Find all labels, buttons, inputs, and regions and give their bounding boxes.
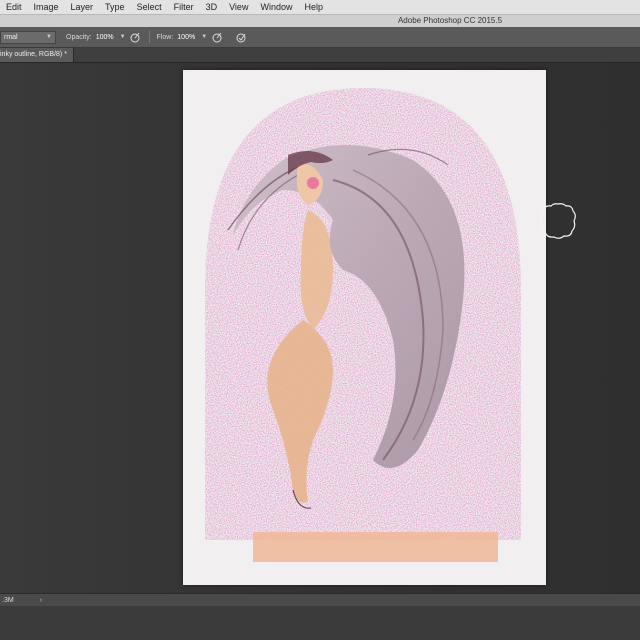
document-tab-bar: inky outline, RGB/8) *: [0, 48, 640, 63]
menu-layer[interactable]: Layer: [65, 0, 100, 14]
divider: [148, 31, 150, 43]
menu-image[interactable]: Image: [28, 0, 65, 14]
pressure-icon[interactable]: [130, 31, 142, 43]
bottom-panel: [0, 606, 640, 640]
menu-select[interactable]: Select: [131, 0, 168, 14]
menu-type[interactable]: Type: [99, 0, 131, 14]
doc-size-readout: .3M: [2, 596, 14, 604]
flow-chevron-icon[interactable]: ▼: [201, 34, 207, 40]
document-tab-label: inky outline, RGB/8) *: [0, 51, 67, 58]
airbrush-icon[interactable]: [211, 31, 223, 43]
opacity-chevron-icon[interactable]: ▼: [120, 34, 126, 40]
app-title: Adobe Photoshop CC 2015.5: [397, 16, 503, 25]
menu-3d[interactable]: 3D: [200, 0, 224, 14]
opacity-label: Opacity:: [66, 33, 92, 41]
menu-window[interactable]: Window: [254, 0, 298, 14]
window-title-bar: Adobe Photoshop CC 2015.5: [0, 15, 640, 27]
flow-value[interactable]: 100%: [177, 34, 195, 41]
flow-label: Flow:: [156, 33, 174, 41]
blend-mode-select[interactable]: rmal ▼: [0, 30, 56, 44]
menu-view[interactable]: View: [223, 0, 254, 14]
chevron-down-icon: ▼: [46, 33, 52, 40]
menu-filter[interactable]: Filter: [168, 0, 200, 14]
illustration: [205, 88, 521, 562]
brush-cursor-icon: [540, 203, 576, 239]
status-menu-arrow[interactable]: ›: [20, 597, 42, 604]
options-bar: rmal ▼ Opacity: 100% ▼ Flow: 100% ▼: [0, 27, 640, 48]
blend-mode-value: rmal: [4, 33, 18, 41]
opacity-value[interactable]: 100%: [96, 34, 114, 41]
menu-edit[interactable]: Edit: [0, 0, 28, 14]
status-bar: .3M ›: [0, 593, 640, 606]
menu-bar: Edit Image Layer Type Select Filter 3D V…: [0, 0, 640, 15]
document-tab[interactable]: inky outline, RGB/8) *: [0, 48, 74, 62]
document-canvas[interactable]: [183, 70, 546, 585]
pressure-size-icon[interactable]: [235, 31, 247, 43]
peach-ground: [253, 532, 498, 562]
cheek-blush: [307, 177, 319, 189]
menu-help[interactable]: Help: [298, 0, 329, 14]
